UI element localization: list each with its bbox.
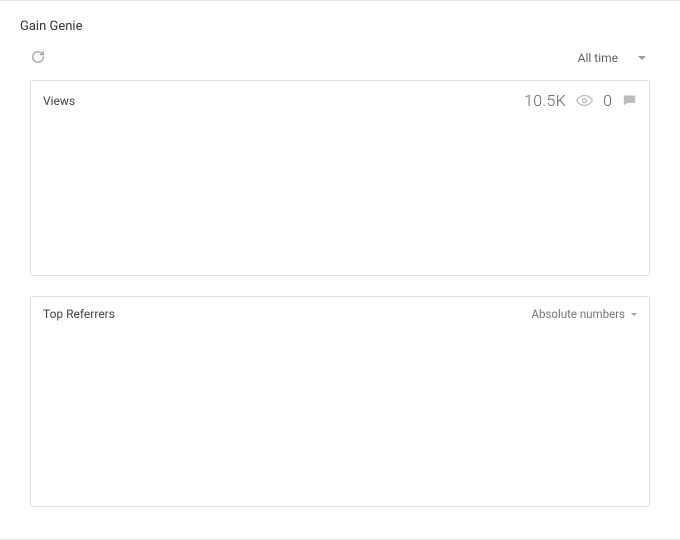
page-title: Gain Genie — [20, 1, 660, 44]
referrers-card-title: Top Referrers — [43, 307, 115, 321]
views-stats: 10.5K 0 — [524, 91, 637, 110]
views-chart-area — [31, 120, 649, 275]
refresh-icon — [31, 49, 45, 68]
referrers-mode-label: Absolute numbers — [532, 307, 625, 321]
views-card-header: Views 10.5K 0 — [31, 81, 649, 120]
referrers-mode-dropdown[interactable]: Absolute numbers — [532, 307, 637, 321]
views-card: Views 10.5K 0 — [30, 80, 650, 276]
refresh-button[interactable] — [28, 48, 48, 68]
comment-icon — [622, 93, 637, 108]
toolbar: All time — [20, 44, 660, 80]
views-count: 10.5K — [524, 91, 566, 110]
comments-count: 0 — [603, 91, 612, 110]
referrers-card-header: Top Referrers Absolute numbers — [31, 297, 649, 331]
eye-icon — [576, 92, 593, 109]
chevron-down-icon — [638, 56, 646, 60]
views-card-title: Views — [43, 94, 75, 108]
chevron-down-icon — [631, 313, 637, 316]
referrers-chart-area — [31, 331, 649, 506]
referrers-card: Top Referrers Absolute numbers — [30, 296, 650, 507]
time-filter-label: All time — [578, 51, 618, 65]
time-filter-dropdown[interactable]: All time — [578, 51, 652, 65]
